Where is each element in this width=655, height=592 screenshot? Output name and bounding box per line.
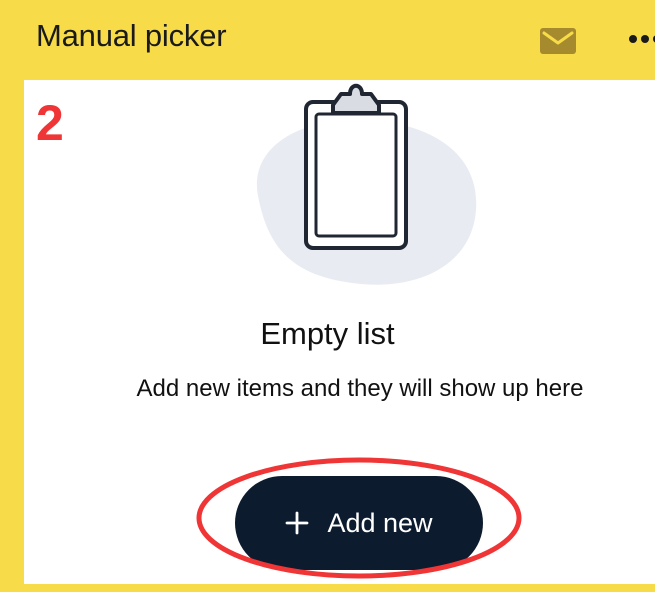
add-new-button[interactable]: Add new [235,476,483,570]
app-frame: Manual picker 2 Empty list Add new items… [0,0,655,592]
page-title: Manual picker [36,18,227,53]
clipboard-icon [256,83,477,285]
empty-state-title: Empty list [260,316,395,351]
add-new-label: Add new [327,507,433,538]
step-number: 2 [36,95,64,151]
app-header: Manual picker [0,0,655,80]
plus-icon [286,511,309,535]
mail-icon[interactable] [540,28,576,54]
more-horizontal-icon[interactable] [628,33,655,45]
empty-state-description: Add new items and they will show up here [136,375,584,402]
